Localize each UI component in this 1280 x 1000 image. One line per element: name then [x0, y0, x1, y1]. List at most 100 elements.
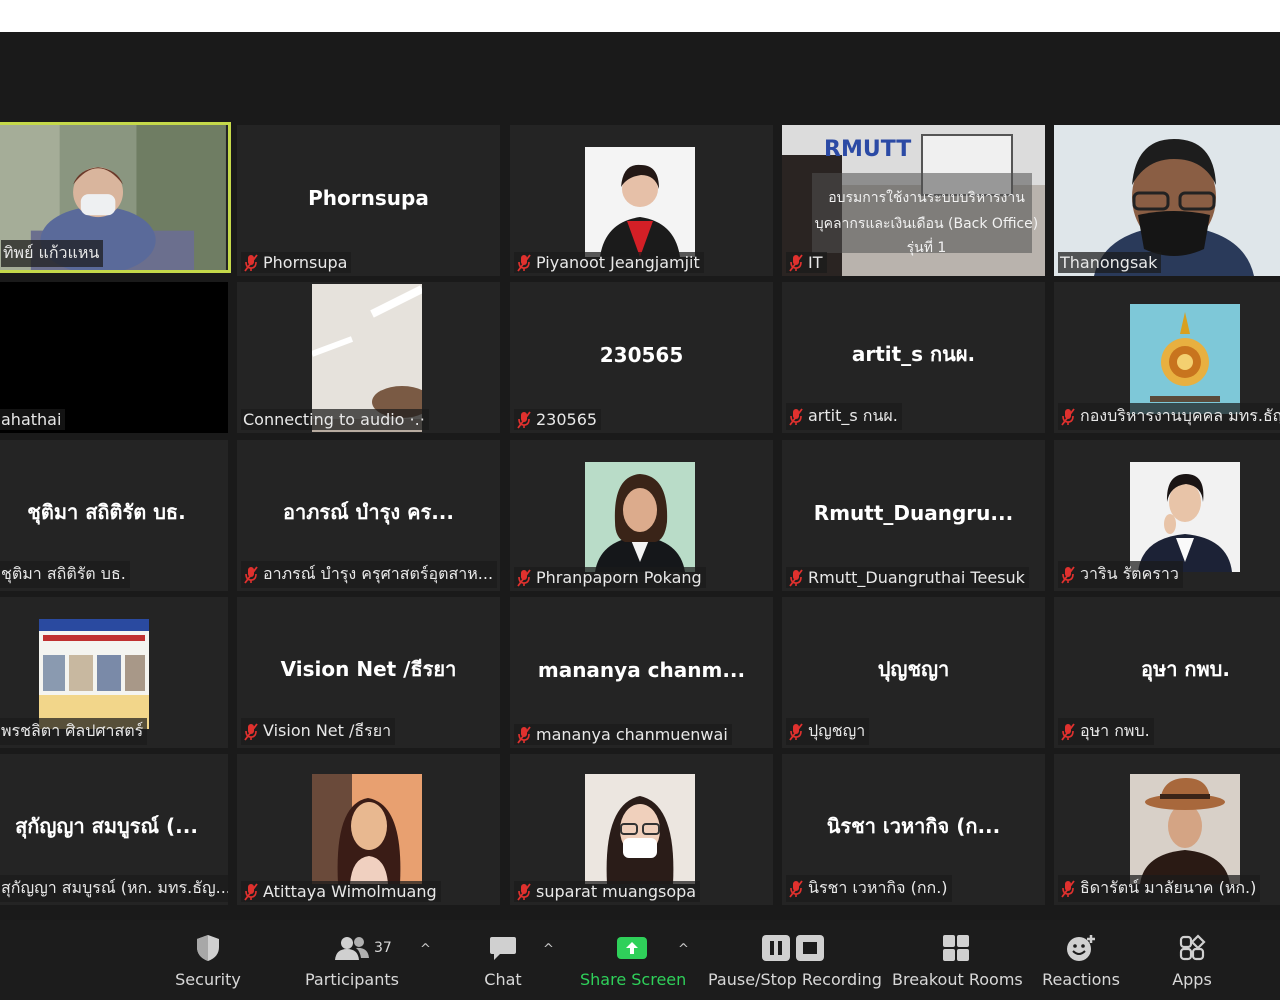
participant-display-name: ปุญชญา: [877, 656, 950, 681]
mic-muted-icon: [789, 568, 803, 587]
profile-picture: [39, 619, 149, 729]
mic-muted-icon: [517, 410, 531, 429]
participant-display-name: Rmutt_Duangru...: [813, 500, 1014, 525]
mic-muted-icon: [789, 722, 803, 741]
participant-tile[interactable]: Piyanoot Jeangjamjit: [510, 125, 773, 276]
participant-tile[interactable]: วาริน รัตคราว: [1054, 440, 1280, 591]
window-top-bar: [0, 0, 1280, 32]
breakout-rooms-icon: [943, 935, 969, 961]
participant-name-label: Thanongsak: [1058, 252, 1162, 273]
mic-muted-icon: [517, 725, 531, 744]
participants-count: 37: [374, 940, 392, 956]
apps-label: Apps: [1172, 970, 1212, 989]
slide-line-2: บุคลากรและเงินเดือน (Back Office): [814, 216, 1039, 232]
participant-display-name: mananya chanm...: [537, 657, 746, 682]
participants-icon: [335, 937, 369, 960]
security-button[interactable]: Security: [166, 930, 250, 996]
participant-name-label: Vision Net /ธีรยา: [241, 718, 396, 745]
participants-label: Participants: [305, 970, 399, 989]
pause-stop-recording-label: Pause/Stop Recording: [708, 970, 882, 989]
participant-tile[interactable]: RMUTT อบรมการใช้งานระบบบริหารงาน บุคลากร…: [782, 125, 1045, 276]
chat-icon: [490, 937, 516, 960]
apps-button[interactable]: Apps: [1160, 930, 1224, 996]
chat-label: Chat: [484, 970, 522, 989]
profile-picture: [585, 147, 695, 257]
participant-tile[interactable]: สุกัญญา สมบูรณ์ (... สุกัญญา สมบูรณ์ (หก…: [0, 754, 228, 905]
participant-tile[interactable]: Thanongsak: [1054, 125, 1280, 276]
apps-icon: [1179, 934, 1206, 961]
slide-line-3: รุ่นที่ 1: [906, 240, 947, 256]
share-screen-icon: [617, 937, 647, 959]
mic-muted-icon: [1061, 565, 1075, 584]
pause-stop-icon: [762, 935, 824, 961]
profile-picture: [1130, 774, 1240, 884]
participant-name-label: สุกัญญา สมบูรณ์ (หก. มทร.ธัญ...: [0, 875, 228, 902]
participant-tile[interactable]: Vision Net /ธีรยา Vision Net /ธีรยา: [237, 597, 500, 748]
participant-name-label: suparat muangsopa: [514, 881, 701, 902]
participant-tile[interactable]: Phranpaporn Pokang: [510, 440, 773, 591]
participant-tile[interactable]: mananya chanm... mananya chanmuenwai: [510, 597, 773, 748]
participant-tile[interactable]: กองบริหารงานบุคคล มทร.ธัญ: [1054, 282, 1280, 433]
reactions-icon: [1067, 935, 1095, 961]
participant-name-label: อาภรณ์ บำรุง ครุศาสตร์อุตสาห...: [241, 561, 498, 588]
mic-muted-icon: [1061, 722, 1075, 741]
participant-display-name: อุษา กพบ.: [1141, 656, 1230, 681]
participant-display-name: Vision Net /ธีรยา: [280, 656, 457, 681]
participant-name-label: Rmutt_Duangruthai Teesuk: [786, 567, 1029, 588]
share-screen-label: Share Screen: [580, 970, 687, 989]
share-screen-button[interactable]: Share Screen: [580, 930, 687, 996]
participant-tile[interactable]: ธิดารัตน์ มาลัยนาค (หก.): [1054, 754, 1280, 905]
participant-name-label: พรชลิตา ศิลปศาสตร์: [0, 718, 148, 745]
participant-tile[interactable]: 230565 230565: [510, 282, 773, 433]
mic-muted-icon: [1061, 879, 1075, 898]
participant-display-name: ชุติมา สถิติรัต บธ.: [27, 499, 186, 524]
participant-tile[interactable]: อาภรณ์ บำรุง คร... อาภรณ์ บำรุง ครุศาสตร…: [237, 440, 500, 591]
participant-name-label: Atittaya Wimolmuang: [241, 881, 441, 902]
participant-tile[interactable]: Rmutt_Duangru... Rmutt_Duangruthai Teesu…: [782, 440, 1045, 591]
profile-picture: [585, 462, 695, 572]
mic-muted-icon: [517, 568, 531, 587]
profile-picture: [585, 774, 695, 884]
participant-display-name: นิรชา เวหากิจ (ก...: [826, 813, 1001, 838]
participant-tile[interactable]: artit_s กนผ. artit_s กนผ.: [782, 282, 1045, 433]
breakout-rooms-label: Breakout Rooms: [892, 970, 1023, 989]
pause-stop-recording-button[interactable]: Pause/Stop Recording: [708, 930, 882, 996]
participant-tile[interactable]: Phornsupa Phornsupa: [237, 125, 500, 276]
participant-tile[interactable]: อุษา กพบ. อุษา กพบ.: [1054, 597, 1280, 748]
mic-muted-icon: [1061, 407, 1075, 426]
participants-options-caret[interactable]: ^: [420, 942, 431, 957]
profile-picture: [1130, 304, 1240, 414]
chat-options-caret[interactable]: ^: [543, 942, 554, 957]
shield-icon: [197, 935, 219, 961]
chat-button[interactable]: Chat: [470, 930, 536, 996]
participant-tile[interactable]: suparat muangsopa: [510, 754, 773, 905]
security-label: Security: [175, 970, 241, 989]
participant-name-label: Phranpaporn Pokang: [514, 567, 706, 588]
participant-name-label: IT: [786, 252, 827, 273]
participant-tile[interactable]: Connecting to audio ·.·: [237, 282, 500, 433]
meeting-toolbar: Security Participants 37 ^ Chat ^ Share …: [0, 920, 1280, 1000]
participant-name-label: mananya chanmuenwai: [514, 724, 732, 745]
mic-muted-icon: [244, 565, 258, 584]
participant-tile[interactable]: ปุญชญา ปุญชญา: [782, 597, 1045, 748]
reactions-button[interactable]: Reactions: [1038, 930, 1124, 996]
participant-tile[interactable]: ชุติมา สถิติรัต บธ. ชุติมา สถิติรัต บธ.: [0, 440, 228, 591]
participant-name-label: Phornsupa: [241, 252, 352, 273]
participant-tile[interactable]: นิรชา เวหากิจ (ก... นิรชา เวหากิจ (กก.): [782, 754, 1045, 905]
participant-name-label: artit_s กนผ.: [786, 403, 902, 430]
participant-tile[interactable]: ทิพย์ แก้วแหน: [0, 122, 231, 273]
participant-name-label: 230565: [514, 409, 602, 430]
participant-name-label: อุษา กพบ.: [1058, 718, 1154, 745]
share-screen-options-caret[interactable]: ^: [678, 942, 689, 957]
participant-display-name: Phornsupa: [308, 185, 429, 210]
participant-tile[interactable]: Atittaya Wimolmuang: [237, 754, 500, 905]
participant-display-name: สุกัญญา สมบูรณ์ (...: [15, 813, 198, 838]
mic-muted-icon: [517, 882, 531, 901]
participant-tile[interactable]: ahathai: [0, 282, 228, 433]
participant-name-label: ahathai: [0, 409, 66, 430]
participant-tile[interactable]: พรชลิตา ศิลปศาสตร์: [0, 597, 228, 748]
breakout-rooms-button[interactable]: Breakout Rooms: [892, 930, 1023, 996]
participant-display-name: อาภรณ์ บำรุง คร...: [283, 499, 454, 524]
video-gallery: ทิพย์ แก้วแหน Phornsupa Phornsupa Piyano…: [0, 32, 1280, 920]
mic-muted-icon: [244, 882, 258, 901]
